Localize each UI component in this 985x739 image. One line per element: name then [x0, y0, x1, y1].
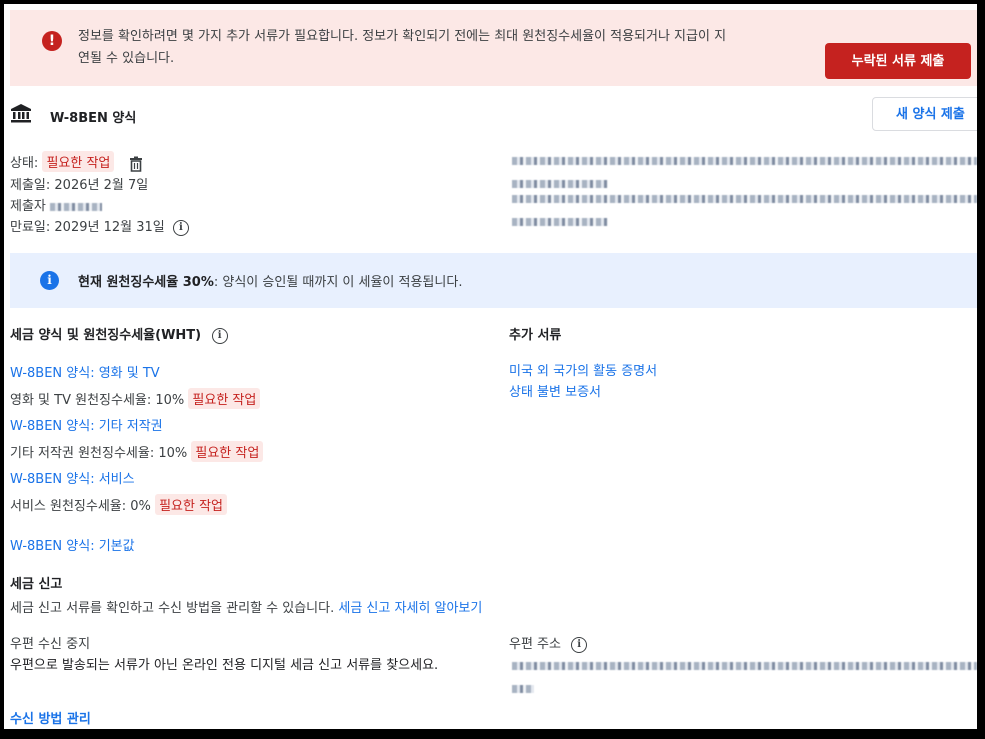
submitter-row: 제출자 [10, 195, 103, 214]
status-badge: 필요한 작업 [191, 441, 264, 462]
info-icon[interactable]: i [211, 327, 228, 344]
learn-more-link[interactable]: 세금 신고 자세히 알아보기 [338, 601, 482, 616]
wht-row-other-copyright: 기타 저작권 원천징수세율: 10% 필요한 작업 [10, 441, 264, 462]
wht-row-services: 서비스 원천징수세율: 0% 필요한 작업 [10, 494, 227, 515]
form-link-other-copyright[interactable]: W-8BEN 양식: 기타 저작권 [10, 415, 163, 434]
status-row: 상태: 필요한 작업 [10, 151, 143, 172]
redacted-block [512, 150, 977, 188]
expiry-label: 만료일: [10, 220, 51, 235]
extra-docs-title: 추가 서류 [509, 328, 562, 343]
expiry-row: 만료일: 2029년 12월 31일 i [10, 216, 189, 236]
banner-message-line2: 연될 수 있습니다. [78, 51, 175, 66]
tax-reports-desc: 세금 신고 서류를 확인하고 수신 방법을 관리할 수 있습니다. [10, 601, 335, 616]
bank-icon [11, 104, 31, 123]
banner-message-line1: 정보를 확인하려면 몇 가지 추가 서류가 필요합니다. 정보가 확인되기 전에… [78, 29, 727, 44]
info-icon[interactable]: i [172, 219, 189, 236]
info-icon: i [40, 271, 59, 290]
status-label: 상태: [10, 156, 39, 171]
tax-forms-section-title: 세금 양식 및 원천징수세율(WHT) i [10, 324, 228, 344]
status-badge: 필요한 작업 [42, 151, 115, 172]
submitted-label: 제출일: [10, 178, 51, 193]
paper-stop-title: 우편 수신 중지 [10, 637, 91, 652]
wht-info-box: i 현재 원천징수세율 30%: 양식이 승인될 때까지 이 세율이 적용됩니다… [10, 253, 977, 308]
wht-rate-services: 서비스 원천징수세율: 0% [10, 499, 151, 514]
form-link-services[interactable]: W-8BEN 양식: 서비스 [10, 468, 135, 487]
expiry-date: 2029년 12월 31일 [54, 220, 165, 235]
extra-doc-link-foreign-activity[interactable]: 미국 외 국가의 활동 증명서 [509, 360, 657, 379]
error-banner: ! 정보를 확인하려면 몇 가지 추가 서류가 필요합니다. 정보가 확인되기 … [10, 10, 977, 86]
wht-info-rest: : 양식이 승인될 때까지 이 세율이 적용됩니다. [213, 275, 463, 290]
tax-forms-title-text: 세금 양식 및 원천징수세율(WHT) [10, 328, 202, 343]
manage-delivery-link[interactable]: 수신 방법 관리 [10, 708, 91, 727]
extra-doc-link-status-warranty[interactable]: 상태 불변 보증서 [509, 381, 601, 400]
wht-rate-film-tv: 영화 및 TV 원천징수세율: 10% [10, 393, 185, 408]
submitter-label: 제출자 [10, 199, 46, 214]
form-link-default[interactable]: W-8BEN 양식: 기본값 [10, 535, 135, 554]
new-form-button[interactable]: 새 양식 제출 [872, 97, 977, 131]
tax-info-page: ! 정보를 확인하려면 몇 가지 추가 서류가 필요합니다. 정보가 확인되기 … [4, 4, 977, 729]
mail-address-label: 우편 주소 [509, 637, 561, 652]
submitted-date: 2026년 2월 7일 [54, 178, 149, 193]
paper-stop-desc: 우편으로 발송되는 서류가 아닌 온라인 전용 디지털 세금 신고 서류를 찾으… [10, 658, 439, 673]
error-icon: ! [42, 31, 62, 51]
redacted-text [50, 202, 103, 211]
wht-row-film-tv: 영화 및 TV 원천징수세율: 10% 필요한 작업 [10, 388, 261, 409]
submit-missing-docs-button[interactable]: 누락된 서류 제출 [825, 43, 971, 79]
status-badge: 필요한 작업 [188, 388, 261, 409]
wht-info-text: 현재 원천징수세율 30%: 양식이 승인될 때까지 이 세율이 적용됩니다. [78, 271, 462, 290]
mail-address-row: 우편 주소 i [509, 633, 588, 653]
info-icon[interactable]: i [571, 636, 588, 653]
submitted-row: 제출일: 2026년 2월 7일 [10, 174, 148, 193]
trash-icon[interactable] [129, 156, 143, 172]
tax-reports-desc-row: 세금 신고 서류를 확인하고 수신 방법을 관리할 수 있습니다. 세금 신고 … [10, 597, 482, 616]
redacted-block [512, 188, 977, 226]
redacted-address [512, 655, 977, 693]
status-badge: 필요한 작업 [155, 494, 227, 515]
wht-info-bold: 현재 원천징수세율 30% [78, 275, 214, 290]
form-title: W-8BEN 양식 [50, 111, 137, 126]
wht-rate-other-copyright: 기타 저작권 원천징수세율: 10% [10, 446, 188, 461]
tax-reports-title: 세금 신고 [10, 577, 63, 592]
banner-message: 정보를 확인하려면 몇 가지 추가 서류가 필요합니다. 정보가 확인되기 전에… [78, 26, 778, 70]
form-link-film-tv[interactable]: W-8BEN 양식: 영화 및 TV [10, 362, 160, 381]
